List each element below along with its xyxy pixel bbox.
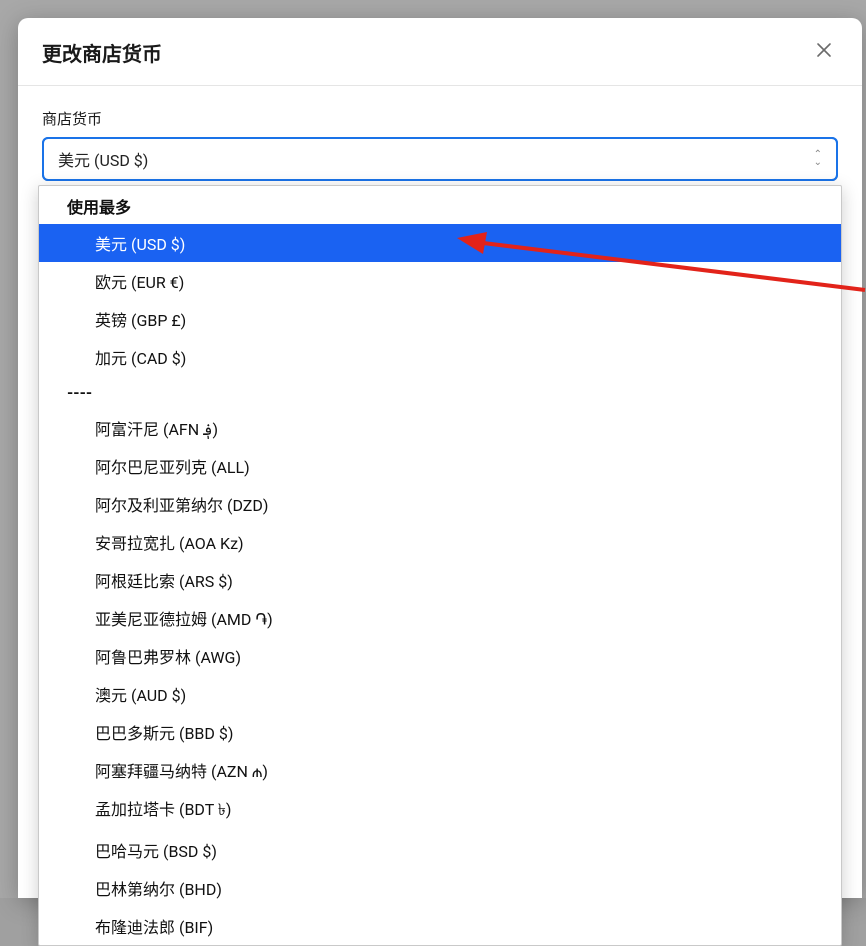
currency-option[interactable]: 澳元 (AUD $) <box>39 675 841 713</box>
change-currency-modal: 更改商店货币 商店货币 美元 (USD $) ⌃⌄ 使用最多 美元 (USD $… <box>18 18 862 898</box>
currency-option[interactable]: 布隆迪法郎 (BIF) <box>39 907 841 945</box>
currency-option[interactable]: 阿塞拜疆马纳特 (AZN ₼) <box>39 751 841 789</box>
modal-header: 更改商店货币 <box>18 18 862 86</box>
currency-option[interactable]: 阿尔及利亚第纳尔 (DZD) <box>39 485 841 523</box>
currency-field-label: 商店货币 <box>42 108 838 129</box>
currency-select-value: 美元 (USD $) <box>58 147 148 171</box>
currency-dropdown[interactable]: 使用最多 美元 (USD $)欧元 (EUR €)英镑 (GBP £)加元 (C… <box>38 185 842 946</box>
currency-option[interactable]: 孟加拉塔卡 (BDT ৳) <box>39 789 841 831</box>
modal-body: 商店货币 美元 (USD $) ⌃⌄ 使用最多 美元 (USD $)欧元 (EU… <box>18 86 862 946</box>
currency-option[interactable]: 亚美尼亚德拉姆 (AMD ֏) <box>39 599 841 637</box>
currency-option[interactable]: 巴哈马元 (BSD $) <box>39 831 841 869</box>
currency-select[interactable]: 美元 (USD $) ⌃⌄ <box>42 137 838 181</box>
currency-option[interactable]: 阿富汗尼 (AFN ؋) <box>39 409 841 447</box>
currency-option[interactable]: 阿鲁巴弗罗林 (AWG) <box>39 637 841 675</box>
dropdown-divider: ---- <box>39 376 841 409</box>
currency-option[interactable]: 欧元 (EUR €) <box>39 262 841 300</box>
dropdown-group-header: 使用最多 <box>39 186 841 224</box>
currency-option[interactable]: 阿根廷比索 (ARS $) <box>39 561 841 599</box>
currency-option[interactable]: 安哥拉宽扎 (AOA Kz) <box>39 523 841 561</box>
currency-option[interactable]: 阿尔巴尼亚列克 (ALL) <box>39 447 841 485</box>
currency-option[interactable]: 英镑 (GBP £) <box>39 300 841 338</box>
currency-option[interactable]: 加元 (CAD $) <box>39 338 841 376</box>
close-button[interactable] <box>810 39 838 67</box>
currency-option[interactable]: 巴林第纳尔 (BHD) <box>39 869 841 907</box>
close-icon <box>814 39 834 67</box>
select-caret-icon: ⌃⌄ <box>814 151 822 167</box>
modal-title: 更改商店货币 <box>42 38 162 67</box>
currency-option[interactable]: 巴巴多斯元 (BBD $) <box>39 713 841 751</box>
currency-option[interactable]: 美元 (USD $) <box>39 224 841 262</box>
